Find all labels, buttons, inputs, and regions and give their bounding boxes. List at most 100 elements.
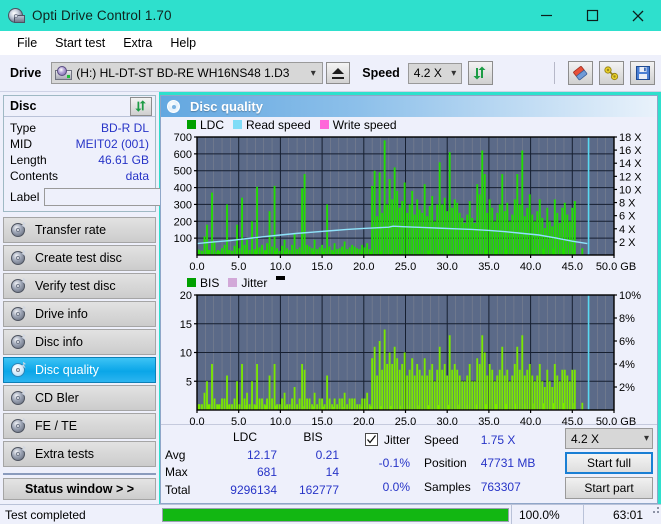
status-window-button[interactable]: Status window > > [3,478,156,500]
status-bar: Test completed 100.0% 63:01 [0,504,661,524]
sidebar-item-create-test-disc[interactable]: Create test disc [3,245,156,271]
svg-text:20.0: 20.0 [353,261,374,273]
svg-text:50.0 GB: 50.0 GB [596,416,636,428]
legend-swatch-jitter [228,278,238,287]
disc-length-value: 46.61 GB [98,153,149,167]
sidebar-filler [3,473,156,475]
refresh-button[interactable] [467,61,493,85]
disc-icon [10,277,27,294]
eraser-icon [573,65,588,80]
test-speed-select[interactable]: 4.2 X ▾ [565,428,653,449]
sidebar-item-extra-tests[interactable]: Extra tests [3,441,156,467]
svg-text:2 X: 2 X [619,237,636,249]
sidebar-item-verify-test-disc[interactable]: Verify test disc [3,273,156,299]
svg-text:10%: 10% [619,290,641,302]
svg-text:25.0: 25.0 [395,261,416,273]
position-stat-label: Position [424,456,467,471]
svg-text:20: 20 [180,290,192,302]
chevron-down-icon: ▾ [643,433,649,444]
drive-select[interactable]: (H:) HL-DT-ST BD-RE WH16NS48 1.D3 ▾ [51,62,324,84]
start-part-button[interactable]: Start part [565,477,653,499]
sidebar-item-label: CD Bler [35,391,79,405]
charts-area: LDC Read speed Write speed 100 200 300 400 5… [161,117,657,429]
sidebar-item-label: Transfer rate [35,223,107,237]
menu-item-file[interactable]: File [8,34,46,52]
svg-text:45.0: 45.0 [562,416,583,428]
speed-select[interactable]: 4.2 X ▾ [407,62,462,84]
disc-icon [10,305,27,322]
speed-stat-label: Speed [424,432,459,447]
panel-header: Disc quality [161,96,657,117]
disc-icon [10,221,27,238]
disc-icon [10,445,27,462]
disc-panel-header: Disc [4,96,155,117]
tools-button[interactable] [599,61,624,85]
menu-item-extra[interactable]: Extra [114,34,161,52]
elapsed-time: 63:01 [583,504,649,524]
close-button[interactable] [615,0,661,31]
samples-stat-value: 763307 [480,480,521,495]
legend-swatch-read-speed [233,120,243,129]
sidebar-item-drive-info[interactable]: Drive info [3,301,156,327]
svg-text:10 X: 10 X [619,184,642,196]
chart-ldc-plot: 100 200 300 400 500 600 700 2 X4 X6 X8 X 10 X 12 … [161,132,657,275]
jitter-label: Jitter [384,432,411,447]
svg-text:15: 15 [180,319,192,331]
chart-bis: BIS Jitter 5 10 15 20 2% 4% 6% 8% 10% 0.0 5.0 10.0 1… [161,275,657,430]
svg-text:400: 400 [174,183,192,195]
svg-text:10: 10 [180,348,192,360]
svg-text:8%: 8% [619,313,635,325]
svg-text:600: 600 [174,149,192,161]
minimize-button[interactable] [523,0,569,31]
sidebar-item-disc-quality[interactable]: Disc quality [3,357,156,383]
svg-text:14 X: 14 X [619,158,642,170]
legend-label-jitter: Jitter [241,275,268,290]
stats-max-ldc: 681 [256,465,277,480]
disc-label-caption: Label [10,190,40,204]
menu-item-start-test[interactable]: Start test [46,34,114,52]
jitter-avg-value: -0.1% [378,456,411,471]
chevron-down-icon: ▾ [451,67,457,79]
refresh-arrows-icon [135,100,146,112]
disc-panel-title: Disc [10,99,37,113]
svg-text:300: 300 [174,199,192,211]
svg-text:40.0: 40.0 [520,261,541,273]
menu-bar: File Start test Extra Help [0,31,661,55]
start-full-button[interactable]: Start full [565,452,653,474]
jitter-checkbox[interactable] [365,433,378,447]
svg-text:12 X: 12 X [619,171,642,183]
svg-text:500: 500 [174,166,192,178]
chart-bis-legend: BIS Jitter [161,275,657,290]
sidebar-item-label: Disc info [35,335,83,349]
speed-select-value: 4.2 X [413,66,442,80]
disc-icon [10,361,27,378]
svg-text:700: 700 [174,132,192,144]
disc-icon [10,389,27,406]
drive-label: Drive [10,66,42,80]
svg-text:50.0 GB: 50.0 GB [596,261,636,273]
stats-row-label-total: Total [165,483,191,498]
disc-contents-value: data [125,169,149,183]
erase-button[interactable] [568,61,593,85]
sidebar-item-label: Disc quality [35,363,99,377]
toolbar: Drive (H:) HL-DT-ST BD-RE WH16NS48 1.D3 … [0,55,661,92]
disc-type-label: Type [10,121,37,135]
svg-text:40.0: 40.0 [520,416,541,428]
legend-swatch-ldc [187,120,196,129]
progress-bar [162,507,509,522]
maximize-button[interactable] [569,0,615,31]
content-panel: Disc quality LDC Read speed Write speed … [160,95,658,504]
save-button[interactable] [630,61,655,85]
eject-button[interactable] [326,62,351,84]
sidebar-item-transfer-rate[interactable]: Transfer rate [3,217,156,243]
disc-label-row: Label [10,187,247,207]
svg-text:30.0: 30.0 [436,261,457,273]
disc-info-rows: Type BD-R DL MID MEIT02 (001) Length 46.… [4,117,247,211]
menu-item-help[interactable]: Help [161,34,205,52]
disc-refresh-button[interactable] [130,96,152,116]
svg-text:6 X: 6 X [619,211,636,223]
sidebar-item-fe-te[interactable]: FE / TE [3,413,156,439]
stats-avg-ldc: 12.17 [246,447,277,462]
sidebar-item-disc-info[interactable]: Disc info [3,329,156,355]
sidebar-item-cd-bler[interactable]: CD Bler [3,385,156,411]
